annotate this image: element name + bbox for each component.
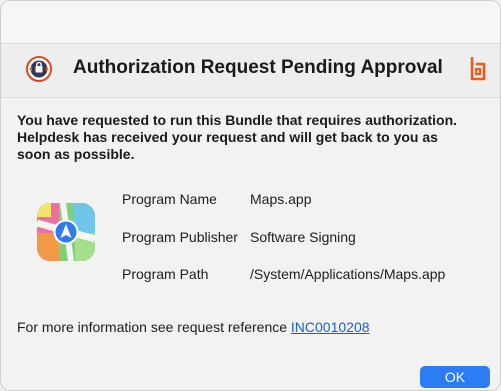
detail-label: Program Path bbox=[122, 266, 209, 282]
info-text: For more information see request referen… bbox=[17, 319, 291, 335]
detail-label: Program Publisher bbox=[122, 229, 238, 245]
detail-value: Software Signing bbox=[250, 229, 356, 245]
maps-app-icon bbox=[37, 203, 95, 261]
authorization-lock-icon bbox=[26, 56, 52, 82]
request-reference-link[interactable]: INC0010208 bbox=[291, 319, 370, 335]
authorization-message: You have requested to run this Bundle th… bbox=[17, 112, 492, 163]
message-line: Helpdesk has received your request and w… bbox=[17, 129, 438, 145]
dialog-title: Authorization Request Pending Approval bbox=[73, 57, 443, 78]
dialog-header: Authorization Request Pending Approval bbox=[1, 44, 500, 98]
message-line: You have requested to run this Bundle th… bbox=[17, 112, 458, 128]
request-reference-info: For more information see request referen… bbox=[17, 319, 370, 335]
detail-value: Maps.app bbox=[250, 191, 312, 207]
authorization-dialog: Authorization Request Pending Approval Y… bbox=[0, 0, 501, 391]
message-line: soon as possible. bbox=[17, 146, 135, 162]
beyondtrust-logo-icon bbox=[470, 57, 486, 81]
ok-button[interactable]: OK bbox=[420, 366, 490, 388]
window-titlebar[interactable] bbox=[1, 1, 500, 44]
detail-label: Program Name bbox=[122, 191, 217, 207]
detail-value: /System/Applications/Maps.app bbox=[250, 266, 446, 282]
